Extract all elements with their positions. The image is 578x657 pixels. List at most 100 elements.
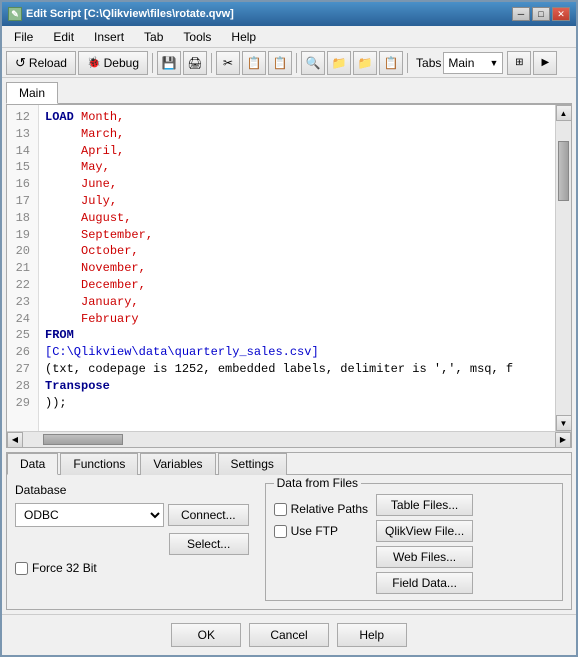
connect-button[interactable]: Connect... — [168, 504, 249, 526]
scroll-track[interactable] — [556, 121, 571, 415]
content-area: Main 12 13 14 15 16 17 18 19 20 21 22 2 — [2, 78, 576, 614]
tabs-dropdown[interactable]: Main ▼ — [443, 52, 503, 74]
close-button[interactable]: ✕ — [552, 7, 570, 21]
hscroll-thumb[interactable] — [43, 434, 123, 445]
code-text[interactable]: LOAD Month, March, April, May, June, Jul… — [39, 105, 555, 431]
line-num-20: 20 — [11, 243, 34, 260]
cancel-button[interactable]: Cancel — [249, 623, 328, 647]
scroll-right-arrow[interactable]: ▶ — [555, 432, 571, 448]
toolbar-separator-2 — [211, 53, 212, 73]
tab-settings[interactable]: Settings — [218, 453, 287, 475]
close-tab-button[interactable]: 📁 — [353, 51, 377, 75]
line-num-16: 16 — [11, 176, 34, 193]
ok-button[interactable]: OK — [171, 623, 241, 647]
table-files-button[interactable]: Table Files... — [376, 494, 473, 516]
force32bit-row: Force 32 Bit — [15, 561, 249, 575]
line-num-26: 26 — [11, 344, 34, 361]
tab-variables[interactable]: Variables — [140, 453, 215, 475]
vertical-scrollbar[interactable]: ▲ ▼ — [555, 105, 571, 431]
find-icon: 🔍 — [306, 56, 321, 70]
line-num-21: 21 — [11, 260, 34, 277]
cut-icon: ✂ — [223, 56, 233, 70]
tabs-manage-button[interactable]: ⊞ — [507, 51, 531, 75]
use-ftp-label: Use FTP — [291, 524, 338, 538]
tab-functions[interactable]: Functions — [60, 453, 138, 475]
toolbar-separator-1 — [152, 53, 153, 73]
save-icon: 💾 — [162, 56, 177, 70]
open-icon: 📁 — [332, 56, 347, 70]
copy-button[interactable]: 📋 — [242, 51, 266, 75]
debug-button[interactable]: 🐞 Debug — [78, 51, 148, 75]
bottom-content: Database ODBC Connect... Select... Force… — [7, 475, 571, 609]
line-num-18: 18 — [11, 210, 34, 227]
line-num-23: 23 — [11, 294, 34, 311]
relative-paths-checkbox[interactable] — [274, 503, 287, 516]
hscroll-track[interactable] — [23, 432, 555, 447]
bottom-tabs: Data Functions Variables Settings — [7, 453, 571, 475]
menu-bar: File Edit Insert Tab Tools Help — [2, 26, 576, 48]
select-button[interactable]: Select... — [169, 533, 249, 555]
find-button[interactable]: 🔍 — [301, 51, 325, 75]
line-num-29: 29 — [11, 395, 34, 412]
insert-button[interactable]: 📋 — [379, 51, 403, 75]
line-num-27: 27 — [11, 361, 34, 378]
print-button[interactable]: 🖨 — [183, 51, 207, 75]
bottom-panel: Data Functions Variables Settings Databa… — [6, 452, 572, 610]
open-button[interactable]: 📁 — [327, 51, 351, 75]
line-num-25: 25 — [11, 327, 34, 344]
scroll-left-arrow[interactable]: ◀ — [7, 432, 23, 448]
line-numbers: 12 13 14 15 16 17 18 19 20 21 22 23 24 2… — [7, 105, 39, 431]
horizontal-scrollbar[interactable]: ◀ ▶ — [7, 431, 571, 447]
line-num-19: 19 — [11, 227, 34, 244]
app-icon: ✎ — [8, 7, 22, 21]
save-button[interactable]: 💾 — [157, 51, 181, 75]
paste-icon: 📋 — [273, 56, 288, 70]
force32bit-checkbox[interactable] — [15, 562, 28, 575]
code-editor: 12 13 14 15 16 17 18 19 20 21 22 23 24 2… — [6, 104, 572, 448]
print-icon: 🖨 — [187, 56, 202, 70]
line-num-13: 13 — [11, 126, 34, 143]
scroll-down-arrow[interactable]: ▼ — [556, 415, 572, 431]
help-button[interactable]: Help — [337, 623, 407, 647]
menu-edit[interactable]: Edit — [45, 28, 82, 46]
files-checkboxes: Relative Paths Use FTP — [274, 494, 368, 594]
field-data-button[interactable]: Field Data... — [376, 572, 473, 594]
reload-icon: ↺ — [15, 55, 26, 71]
cut-button[interactable]: ✂ — [216, 51, 240, 75]
title-bar-controls: ─ □ ✕ — [512, 7, 570, 21]
minimize-button[interactable]: ─ — [512, 7, 530, 21]
line-num-12: 12 — [11, 109, 34, 126]
data-files-legend: Data from Files — [274, 476, 361, 490]
database-label: Database — [15, 483, 249, 497]
paste-button[interactable]: 📋 — [268, 51, 292, 75]
code-content: 12 13 14 15 16 17 18 19 20 21 22 23 24 2… — [7, 105, 571, 431]
menu-insert[interactable]: Insert — [86, 28, 132, 46]
maximize-button[interactable]: □ — [532, 7, 550, 21]
qlikview-file-button[interactable]: QlikView File... — [376, 520, 473, 542]
toolbar-separator-4 — [407, 53, 408, 73]
database-select[interactable]: ODBC — [15, 503, 164, 527]
menu-help[interactable]: Help — [223, 28, 264, 46]
line-num-22: 22 — [11, 277, 34, 294]
tab-main[interactable]: Main — [6, 82, 58, 104]
web-files-button[interactable]: Web Files... — [376, 546, 473, 568]
menu-file[interactable]: File — [6, 28, 41, 46]
scroll-thumb[interactable] — [558, 141, 569, 201]
line-num-24: 24 — [11, 311, 34, 328]
close-tab-icon: 📁 — [358, 56, 373, 70]
line-num-14: 14 — [11, 143, 34, 160]
reload-button[interactable]: ↺ Reload — [6, 51, 76, 75]
menu-tab[interactable]: Tab — [136, 28, 171, 46]
tab-data[interactable]: Data — [7, 453, 58, 475]
use-ftp-checkbox[interactable] — [274, 525, 287, 538]
data-files-group: Data from Files Relative Paths Use FTP — [265, 483, 563, 601]
menu-tools[interactable]: Tools — [175, 28, 219, 46]
tabs-extra-button[interactable]: ▶ — [533, 51, 557, 75]
insert-icon: 📋 — [384, 56, 399, 70]
reload-label: Reload — [29, 56, 67, 70]
data-files-inner: Relative Paths Use FTP Table Files... Ql… — [274, 494, 554, 594]
dialog-buttons: OK Cancel Help — [2, 614, 576, 655]
scroll-up-arrow[interactable]: ▲ — [556, 105, 572, 121]
debug-icon: 🐞 — [87, 56, 101, 69]
line-num-17: 17 — [11, 193, 34, 210]
